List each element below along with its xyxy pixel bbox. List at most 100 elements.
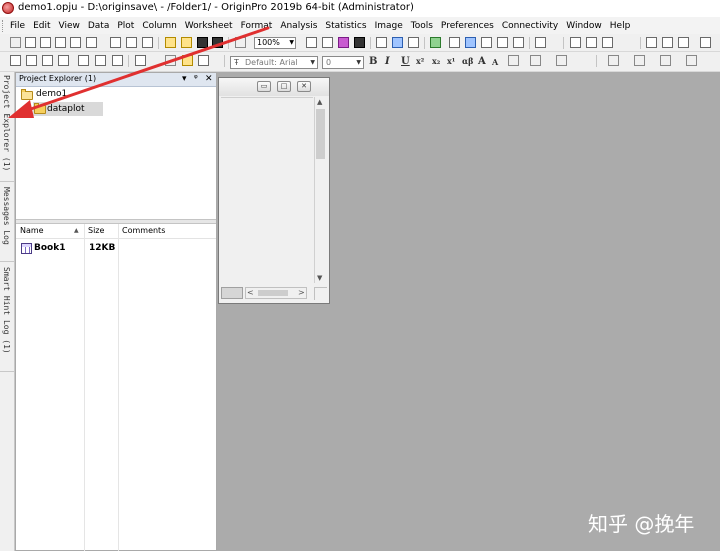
menu-tools[interactable]: Tools [411,21,433,31]
scroll-up-icon[interactable]: ▲ [317,98,322,106]
fill-color-icon[interactable] [608,55,619,66]
menu-plot[interactable]: Plot [117,21,134,31]
menu-data[interactable]: Data [88,21,110,31]
sheet-tab-area[interactable] [221,287,243,299]
rectangle-tool-icon[interactable] [198,55,209,66]
menu-worksheet[interactable]: Worksheet [185,21,233,31]
increase-font-button[interactable]: A [478,56,486,67]
menu-file[interactable]: File [10,21,25,31]
font-name-select[interactable]: Ŧ Default: Arial ▼ [230,56,318,69]
project-explorer-toggle-icon[interactable] [408,37,419,48]
new-project-icon[interactable] [10,37,21,48]
new-worksheet-icon[interactable] [25,37,36,48]
greek-button[interactable]: αβ [462,56,473,66]
function-icon[interactable] [86,37,97,48]
menu-statistics[interactable]: Statistics [325,21,366,31]
scroll-thumb[interactable] [258,290,288,296]
histogram-icon[interactable] [678,37,689,48]
decrease-font-button[interactable]: A [492,57,498,67]
data-reader-icon[interactable] [26,55,37,66]
minimize-button[interactable]: ▭ [257,81,271,92]
table-row-name[interactable]: Book1 [34,243,65,253]
line-color-icon[interactable] [660,55,671,66]
tab-smart-hint-log[interactable]: Smart Hint Log (1) [0,264,14,372]
menu-analysis[interactable]: Analysis [280,21,317,31]
new-graph-icon[interactable] [40,37,51,48]
refresh-icon[interactable] [306,37,317,48]
screen-reader-icon[interactable] [42,55,53,66]
new-layout-icon[interactable] [110,37,121,48]
menu-connectivity[interactable]: Connectivity [502,21,558,31]
save-icon[interactable] [197,37,208,48]
worksheet-view-icon[interactable] [481,37,492,48]
child-window-titlebar[interactable]: ▭ □ ✕ [219,78,329,96]
font-size-select[interactable]: 0 ▼ [322,56,364,69]
underline-button[interactable]: U [401,56,410,67]
reminder-icon[interactable] [513,37,524,48]
column-header-name[interactable]: Name [20,226,44,235]
open-template-icon[interactable] [181,37,192,48]
apps-icon[interactable] [449,37,460,48]
scroll-down-icon[interactable]: ▼ [317,274,322,282]
region-icon[interactable] [112,55,123,66]
new-matrix-icon[interactable] [55,37,66,48]
results-log-icon[interactable] [354,37,365,48]
menu-column[interactable]: Column [142,21,176,31]
duplicate-icon[interactable] [322,37,333,48]
resize-grip-icon[interactable] [314,287,327,300]
line-style-icon[interactable] [530,55,541,66]
import-icon[interactable] [235,37,246,48]
save-template-icon[interactable] [212,37,223,48]
add-column-icon[interactable] [535,37,546,48]
new-function-icon[interactable] [142,37,153,48]
bold-button[interactable]: B [369,56,377,67]
pattern-icon[interactable] [634,55,645,66]
close-button[interactable]: ✕ [297,81,311,92]
tree-item-demo1[interactable]: demo1 [36,89,67,99]
superscript-button[interactable]: x² [416,56,424,66]
line-width-icon[interactable] [686,55,697,66]
command-window-icon[interactable] [392,37,403,48]
align-icon[interactable] [508,55,519,66]
menu-edit[interactable]: Edit [33,21,50,31]
new-excel-icon[interactable] [126,37,137,48]
menu-help[interactable]: Help [610,21,631,31]
menu-format[interactable]: Format [241,21,273,31]
tab-project-explorer[interactable]: Project Explorer (1) [0,72,14,182]
code-builder-icon[interactable] [338,37,349,48]
object-manager-icon[interactable] [430,37,441,48]
draw-data-icon[interactable] [95,55,106,66]
vertical-scrollbar[interactable]: ▲ ▼ [314,97,327,283]
menu-window[interactable]: Window [566,21,602,31]
line-tool-icon[interactable] [182,55,193,66]
supersub-button[interactable]: x¹ [447,56,455,66]
filter-icon[interactable] [700,37,711,48]
font-color-icon[interactable] [556,55,567,66]
mask-icon[interactable] [78,55,89,66]
italic-button[interactable]: I [385,56,390,67]
bar-chart-icon[interactable] [662,37,673,48]
horizontal-scrollbar[interactable]: < > [245,287,307,299]
column-header-comments[interactable]: Comments [122,226,165,235]
pin-icon[interactable]: ᵠ [194,73,198,85]
scroll-thumb[interactable] [316,109,325,159]
column-header-size[interactable]: Size [88,226,104,235]
menu-preferences[interactable]: Preferences [441,21,494,31]
script-window-icon[interactable] [376,37,387,48]
scroll-left-icon[interactable]: < [247,288,254,297]
text-tool-icon[interactable] [135,55,146,66]
open-icon[interactable] [165,37,176,48]
new-notes-icon[interactable] [70,37,81,48]
sum-icon[interactable] [586,37,597,48]
subscript-button[interactable]: x₂ [432,56,440,66]
menu-view[interactable]: View [59,21,80,31]
close-icon[interactable]: ✕ [205,73,213,85]
panel-menu-icon[interactable]: ▾ [182,73,187,85]
tool-icon[interactable] [10,55,21,66]
zoom-select[interactable]: 100% ▼ [254,37,296,49]
column-chart-icon[interactable] [646,37,657,48]
fit-page-icon[interactable] [497,37,508,48]
data-selector-icon[interactable] [58,55,69,66]
arrow-tool-icon[interactable] [165,55,176,66]
tab-messages-log[interactable]: Messages Log [0,184,14,262]
